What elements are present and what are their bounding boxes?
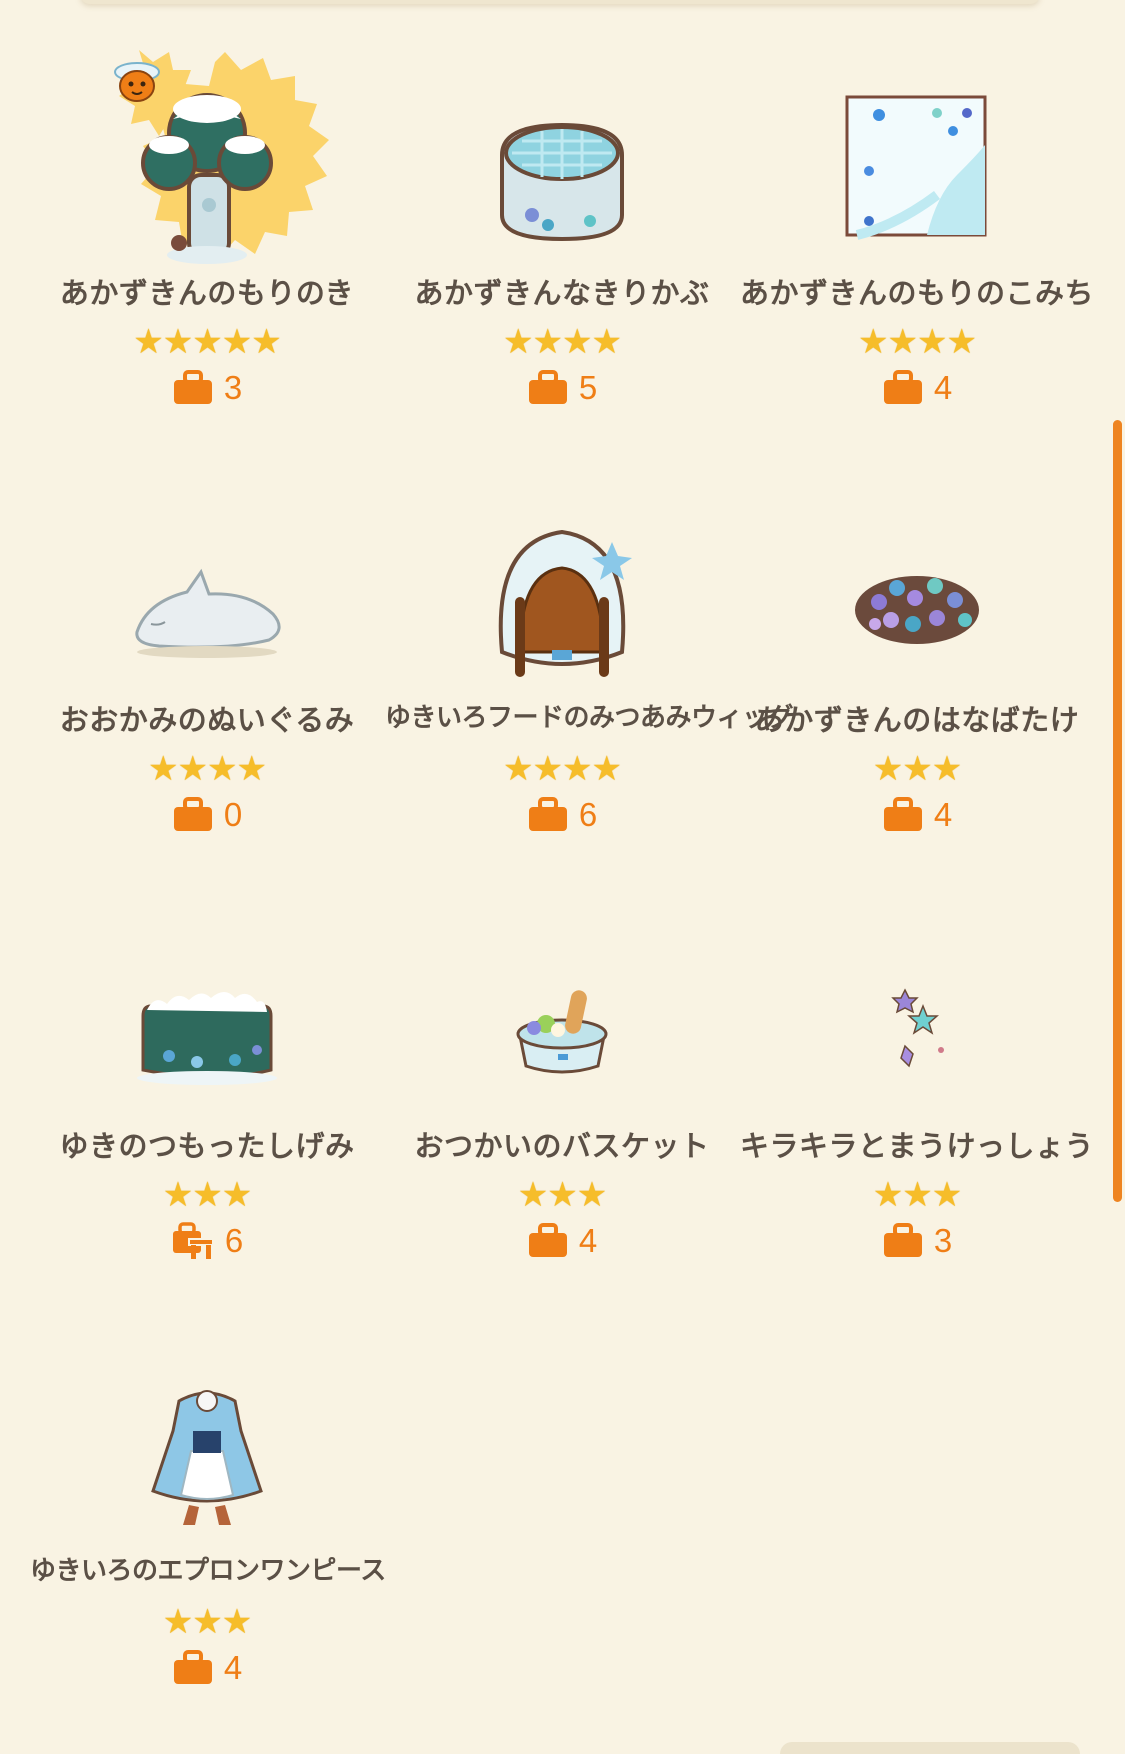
owned-count: 4 bbox=[385, 1221, 739, 1261]
owned-count: 5 bbox=[385, 368, 739, 408]
bag-icon bbox=[173, 370, 212, 404]
item-card[interactable]: あかずきんなきりかぶ ★★★★ 5 bbox=[385, 0, 739, 406]
star-rating: ★★★★★ bbox=[133, 322, 281, 362]
star-rating: ★★★★ bbox=[858, 322, 977, 362]
basket-icon bbox=[462, 928, 662, 1128]
furniture-bag-icon bbox=[172, 1222, 214, 1259]
item-card[interactable]: キラキラとまうけっしょう ★★★ 3 bbox=[740, 853, 1095, 1259]
forest-path-floor-icon bbox=[817, 75, 1017, 275]
owned-count: 3 bbox=[30, 368, 384, 408]
item-name: ゆきいろフードのみつあみウィッグ bbox=[385, 702, 794, 732]
item-card[interactable]: おおかみのぬいぐるみ ★★★★ 0 bbox=[30, 427, 384, 833]
item-grid: あかずきんのもりのき ★★★★★ 3 あかずきんなきりかぶ ★★★★ 5 あかず… bbox=[0, 0, 1110, 1747]
count-value: 0 bbox=[223, 796, 243, 833]
item-name: キラキラとまうけっしょう bbox=[740, 1131, 1095, 1163]
bag-icon bbox=[528, 370, 567, 404]
item-card[interactable]: あかずきんのもりのこみち ★★★★ 4 bbox=[740, 0, 1095, 406]
owned-count: 3 bbox=[740, 1221, 1094, 1261]
bag-icon bbox=[883, 370, 922, 404]
owned-count: 4 bbox=[30, 1648, 384, 1688]
star-rating: ★★★ bbox=[162, 1602, 252, 1642]
item-name: ゆきのつもったしげみ bbox=[59, 1131, 355, 1163]
star-rating: ★★★★ bbox=[503, 322, 622, 362]
snowy-tree-icon bbox=[107, 75, 307, 275]
bag-icon bbox=[528, 1223, 567, 1257]
item-card[interactable]: ゆきいろフードのみつあみウィッグ ★★★★ 6 bbox=[385, 427, 794, 833]
count-value: 3 bbox=[933, 1222, 953, 1259]
star-rating: ★★★★ bbox=[503, 749, 622, 789]
apron-dress-icon bbox=[107, 1355, 307, 1555]
owned-count: 6 bbox=[385, 795, 739, 835]
item-card[interactable]: あかずきんのはなばたけ ★★★ 4 bbox=[740, 427, 1094, 833]
snowy-hedge-icon bbox=[107, 928, 307, 1128]
owned-count: 6 bbox=[30, 1221, 384, 1261]
star-rating: ★★★★ bbox=[148, 749, 267, 789]
bag-icon bbox=[173, 797, 212, 831]
count-value: 4 bbox=[933, 369, 953, 406]
item-card[interactable]: あかずきんのもりのき ★★★★★ 3 bbox=[30, 0, 384, 406]
owned-count: 0 bbox=[30, 795, 384, 835]
item-name: あかずきんなきりかぶ bbox=[414, 278, 710, 310]
count-value: 6 bbox=[578, 796, 598, 833]
wolf-plush-icon bbox=[107, 502, 307, 702]
bag-icon bbox=[173, 1650, 212, 1684]
bag-icon bbox=[883, 1223, 922, 1257]
star-rating: ★★★ bbox=[517, 1175, 607, 1215]
snow-crystals-icon bbox=[817, 928, 1017, 1128]
item-card[interactable]: おつかいのバスケット ★★★ 4 bbox=[385, 853, 739, 1259]
item-name: あかずきんのもりのき bbox=[59, 278, 355, 310]
count-value: 4 bbox=[933, 796, 953, 833]
item-name: おおかみのぬいぐるみ bbox=[59, 705, 355, 737]
scrollbar[interactable] bbox=[1113, 420, 1122, 1202]
item-name: おつかいのバスケット bbox=[414, 1131, 710, 1163]
bag-icon bbox=[883, 797, 922, 831]
tree-stump-table-icon bbox=[462, 75, 662, 275]
item-name: ゆきいろのエプロンワンピース bbox=[30, 1555, 386, 1585]
star-rating: ★★★ bbox=[872, 1175, 962, 1215]
count-value: 4 bbox=[578, 1222, 598, 1259]
count-value: 6 bbox=[224, 1222, 244, 1259]
item-card[interactable]: ゆきのつもったしげみ ★★★ 6 bbox=[30, 853, 384, 1259]
star-rating: ★★★ bbox=[872, 749, 962, 789]
flower-bed-icon bbox=[817, 502, 1017, 702]
item-card[interactable]: ゆきいろのエプロンワンピース ★★★ 4 bbox=[30, 1280, 386, 1686]
item-name: あかずきんのはなばたけ bbox=[754, 705, 1080, 737]
star-rating: ★★★ bbox=[162, 1175, 252, 1215]
owned-count: 4 bbox=[740, 368, 1094, 408]
count-value: 5 bbox=[578, 369, 598, 406]
hood-wig-icon bbox=[462, 502, 662, 702]
count-value: 3 bbox=[223, 369, 243, 406]
bag-icon bbox=[528, 797, 567, 831]
bottom-panel-edge bbox=[780, 1742, 1080, 1754]
item-name: あかずきんのもりのこみち bbox=[740, 278, 1095, 310]
owned-count: 4 bbox=[740, 795, 1094, 835]
count-value: 4 bbox=[223, 1649, 243, 1686]
